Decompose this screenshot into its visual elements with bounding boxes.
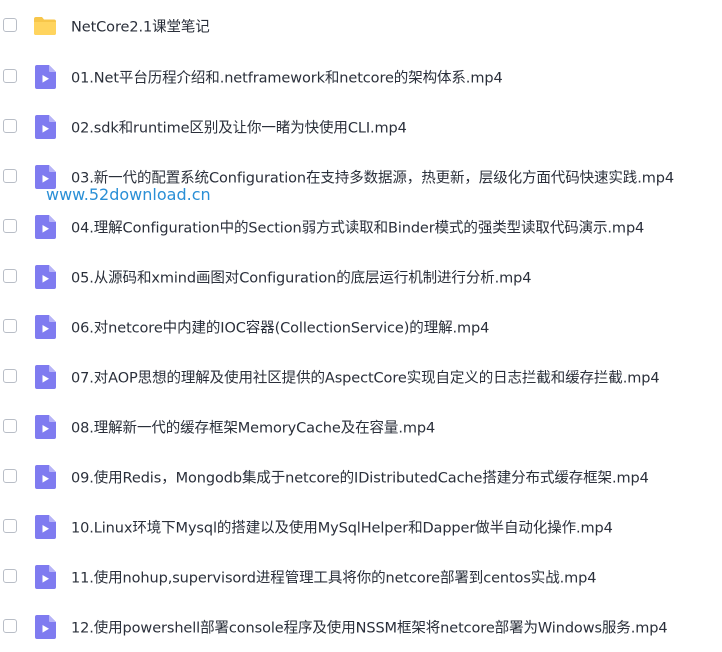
file-list: NetCore2.1课堂笔记 01.Net平台历程介绍和.netframework… [0, 0, 722, 652]
file-row[interactable]: 08.理解新一代的缓存框架MemoryCache及在容量.mp4 [0, 402, 722, 452]
file-name[interactable]: 12.使用powershell部署console程序及使用NSSM框架将netc… [71, 617, 668, 638]
video-file-icon [34, 365, 56, 389]
file-name[interactable]: 08.理解新一代的缓存框架MemoryCache及在容量.mp4 [71, 417, 435, 438]
row-checkbox[interactable] [3, 369, 17, 383]
row-checkbox[interactable] [3, 569, 17, 583]
file-row[interactable]: 06.对netcore中内建的IOC容器(CollectionService)的… [0, 302, 722, 352]
row-checkbox[interactable] [3, 269, 17, 283]
file-name[interactable]: 05.从源码和xmind画图对Configuration的底层运行机制进行分析.… [71, 267, 531, 288]
video-file-icon [34, 415, 56, 439]
video-file-icon [34, 515, 56, 539]
file-name[interactable]: 11.使用nohup,supervisord进程管理工具将你的netcore部署… [71, 567, 596, 588]
file-name[interactable]: 06.对netcore中内建的IOC容器(CollectionService)的… [71, 317, 489, 338]
row-checkbox[interactable] [3, 18, 17, 32]
folder-icon [33, 16, 57, 36]
file-row[interactable]: 01.Net平台历程介绍和.netframework和netcore的架构体系.… [0, 52, 722, 102]
video-file-icon [34, 615, 56, 639]
file-name[interactable]: 09.使用Redis，Mongodb集成于netcore的IDistribute… [71, 467, 649, 488]
file-name[interactable]: 01.Net平台历程介绍和.netframework和netcore的架构体系.… [71, 67, 503, 88]
row-checkbox[interactable] [3, 469, 17, 483]
video-file-icon [34, 465, 56, 489]
file-name[interactable]: 02.sdk和runtime区别及让你一睹为快使用CLI.mp4 [71, 117, 407, 138]
folder-row[interactable]: NetCore2.1课堂笔记 [0, 0, 722, 52]
video-file-icon [34, 315, 56, 339]
file-row[interactable]: 02.sdk和runtime区别及让你一睹为快使用CLI.mp4 [0, 102, 722, 152]
row-checkbox[interactable] [3, 319, 17, 333]
video-file-icon [34, 215, 56, 239]
video-file-icon [34, 265, 56, 289]
video-file-icon [34, 115, 56, 139]
file-row[interactable]: 05.从源码和xmind画图对Configuration的底层运行机制进行分析.… [0, 252, 722, 302]
file-row[interactable]: 09.使用Redis，Mongodb集成于netcore的IDistribute… [0, 452, 722, 502]
file-row[interactable]: 10.Linux环境下Mysql的搭建以及使用MySqlHelper和Dappe… [0, 502, 722, 552]
row-checkbox[interactable] [3, 619, 17, 633]
video-file-icon [34, 65, 56, 89]
video-file-icon [34, 565, 56, 589]
row-checkbox[interactable] [3, 519, 17, 533]
file-row[interactable]: 07.对AOP思想的理解及使用社区提供的AspectCore实现自定义的日志拦截… [0, 352, 722, 402]
row-checkbox[interactable] [3, 419, 17, 433]
file-name[interactable]: 10.Linux环境下Mysql的搭建以及使用MySqlHelper和Dappe… [71, 517, 613, 538]
row-checkbox[interactable] [3, 169, 17, 183]
watermark: www.52download.cn [46, 185, 211, 204]
file-row[interactable]: 12.使用powershell部署console程序及使用NSSM框架将netc… [0, 602, 722, 652]
file-row[interactable]: 11.使用nohup,supervisord进程管理工具将你的netcore部署… [0, 552, 722, 602]
row-checkbox[interactable] [3, 119, 17, 133]
file-row[interactable]: 04.理解Configuration中的Section弱方式读取和Binder模… [0, 202, 722, 252]
file-name[interactable]: 04.理解Configuration中的Section弱方式读取和Binder模… [71, 217, 644, 238]
folder-name[interactable]: NetCore2.1课堂笔记 [71, 16, 210, 37]
file-name[interactable]: 07.对AOP思想的理解及使用社区提供的AspectCore实现自定义的日志拦截… [71, 367, 660, 388]
row-checkbox[interactable] [3, 69, 17, 83]
row-checkbox[interactable] [3, 219, 17, 233]
